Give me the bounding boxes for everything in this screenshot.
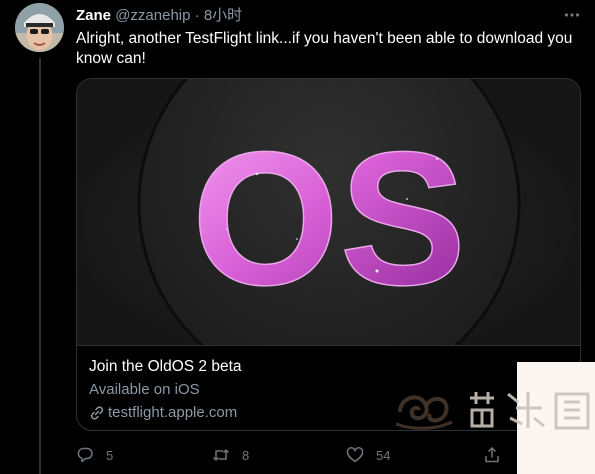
separator-dot: · [194, 7, 200, 24]
watermark-logo [395, 392, 590, 430]
reply-count: 5 [106, 447, 114, 463]
tweet-header: Zane @zzanehip · 8小时 [76, 7, 242, 25]
thread-line [39, 58, 41, 474]
reply-button[interactable]: 5 [76, 444, 113, 466]
avatar[interactable] [15, 3, 64, 52]
card-title: Join the OldOS 2 beta [89, 358, 242, 375]
reply-icon [77, 447, 93, 463]
os-logo-text: OS [192, 113, 467, 325]
share-icon [485, 447, 499, 463]
author-handle[interactable]: @zzanehip [115, 7, 190, 24]
avatar-image [15, 3, 64, 52]
share-button[interactable] [483, 444, 513, 466]
like-count: 54 [376, 447, 391, 463]
link-icon [90, 406, 104, 420]
tweet-time[interactable]: 8小时 [204, 7, 242, 24]
oldos-logo-image: OS [77, 79, 580, 345]
tweet-text: Alright, another TestFlight link...if yo… [76, 30, 573, 67]
heart-icon [346, 447, 364, 463]
like-button[interactable]: 54 [346, 444, 390, 466]
more-icon [564, 13, 580, 17]
more-options-button[interactable] [563, 6, 581, 24]
card-image[interactable]: OS [77, 79, 580, 346]
retweet-icon [212, 449, 230, 461]
tweet-actions: 5 8 54 [76, 444, 506, 466]
card-link-text[interactable]: testflight.apple.com [108, 403, 237, 423]
retweet-button[interactable]: 8 [212, 444, 249, 466]
retweet-count: 8 [242, 447, 250, 463]
author-name[interactable]: Zane [76, 7, 111, 24]
